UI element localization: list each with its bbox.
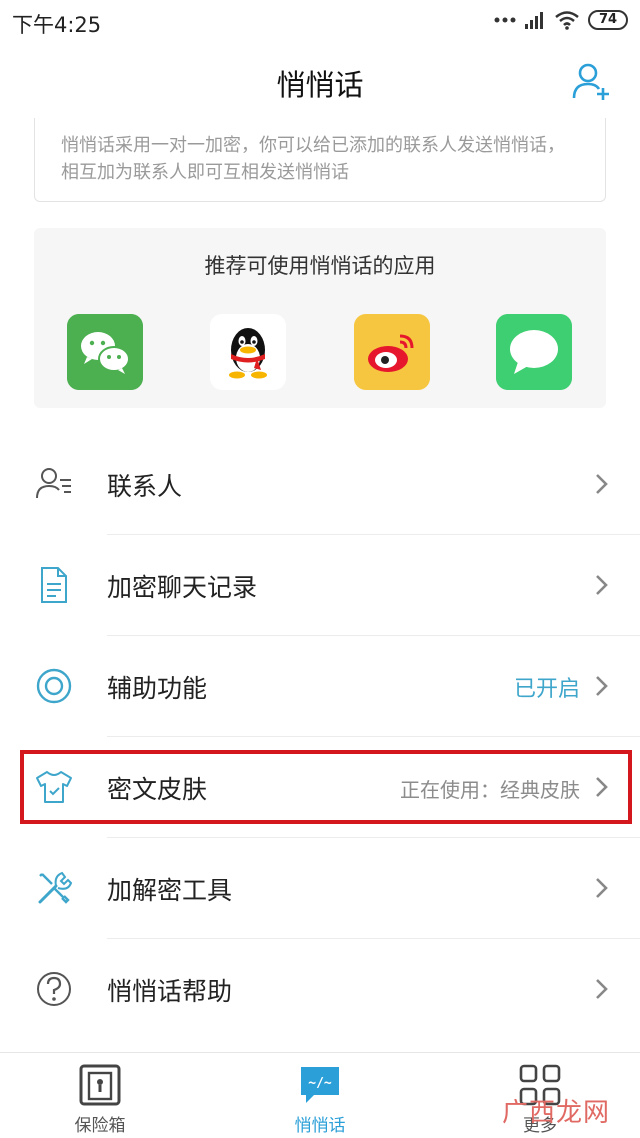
accessibility-status: 已开启	[513, 677, 580, 702]
header: 悄悄话	[0, 44, 640, 118]
menu-item-contacts[interactable]: 联系人	[0, 434, 640, 535]
chevron-right-icon	[596, 878, 608, 898]
tab-whisper[interactable]: ~/~ 悄悄话	[260, 1053, 380, 1138]
status-time: 下午4:25	[12, 13, 102, 37]
menu-item-crypto-tools[interactable]: 加解密工具	[0, 838, 640, 939]
menu-item-encrypted-chat-history[interactable]: 加密聊天记录	[0, 535, 640, 636]
chevron-right-icon	[596, 575, 608, 595]
target-icon	[36, 668, 72, 704]
wifi-icon	[555, 11, 579, 30]
add-contact-icon[interactable]	[570, 60, 612, 102]
tab-vault[interactable]: 保险箱	[40, 1053, 160, 1138]
highlight-box	[20, 750, 632, 824]
chevron-right-icon	[596, 474, 608, 494]
menu-item-help[interactable]: 悄悄话帮助	[0, 939, 640, 1040]
page-title: 悄悄话	[276, 68, 364, 102]
menu-label-encrypted-chat-history: 加密聊天记录	[107, 573, 258, 602]
chevron-right-icon	[596, 979, 608, 999]
weibo-icon[interactable]	[354, 314, 430, 390]
safe-icon	[79, 1064, 121, 1106]
contacts-icon	[36, 468, 71, 499]
messages-icon[interactable]	[496, 314, 572, 390]
menu-label-help: 悄悄话帮助	[107, 977, 233, 1006]
tab-label-vault: 保险箱	[74, 1116, 126, 1136]
document-icon	[41, 567, 67, 603]
watermark: 广西龙网	[501, 1098, 610, 1128]
menu-label-contacts: 联系人	[107, 472, 183, 501]
chevron-right-icon	[596, 676, 608, 696]
battery-indicator: 74	[588, 10, 628, 30]
tools-icon	[38, 871, 73, 904]
notice-card: 悄悄话采用一对一加密，你可以给已添加的联系人发送悄悄话，相互加为联系人即可互相发…	[34, 118, 606, 202]
tab-label-whisper: 悄悄话	[294, 1116, 346, 1136]
status-bar: 下午4:25 74	[0, 0, 640, 44]
help-icon	[37, 972, 71, 1006]
recommended-apps-card: 推荐可使用悄悄话的应用	[34, 228, 606, 408]
menu-label-crypto-tools: 加解密工具	[107, 876, 233, 905]
svg-text:~/~: ~/~	[308, 1076, 332, 1091]
signal-icon	[525, 12, 543, 29]
wechat-icon[interactable]	[67, 314, 143, 390]
whisper-chat-icon: ~/~	[301, 1067, 339, 1103]
menu-label-accessibility: 辅助功能	[107, 674, 208, 703]
more-dots-icon	[494, 17, 516, 23]
recommended-apps-title: 推荐可使用悄悄话的应用	[204, 254, 436, 278]
qq-icon[interactable]	[210, 314, 286, 390]
notice-text: 悄悄话采用一对一加密，你可以给已添加的联系人发送悄悄话，相互加为联系人即可互相发…	[61, 135, 565, 183]
status-icons: 74	[494, 10, 628, 30]
menu-item-accessibility[interactable]: 辅助功能 已开启	[0, 636, 640, 737]
